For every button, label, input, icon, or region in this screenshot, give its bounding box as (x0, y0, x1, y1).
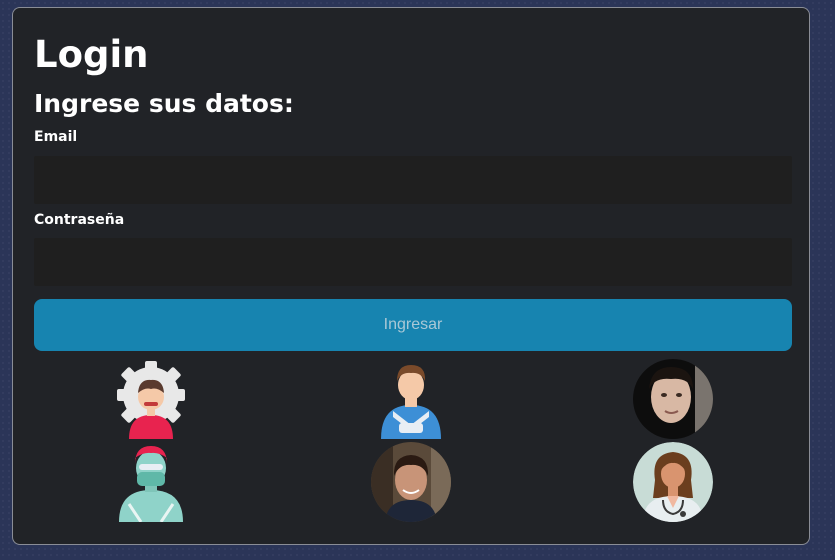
doctor-icon (633, 442, 713, 522)
injured-patient-avatar[interactable] (371, 359, 451, 439)
surgeon-icon (119, 446, 183, 522)
email-label: Email (34, 129, 78, 145)
page-title: Login (34, 33, 149, 76)
patient-icon (381, 365, 441, 439)
engineer-icon (117, 361, 185, 439)
engineer-avatar[interactable] (111, 359, 191, 439)
doctor-avatar[interactable] (633, 442, 713, 522)
password-field[interactable] (34, 238, 792, 286)
password-label: Contraseña (34, 212, 125, 228)
user-photo-avatar-2[interactable] (371, 442, 451, 522)
email-field[interactable] (34, 156, 792, 204)
login-card: Login Ingrese sus datos: Email Contraseñ… (12, 7, 810, 545)
form-subtitle: Ingrese sus datos: (34, 89, 294, 118)
surgeon-avatar[interactable] (111, 442, 191, 522)
user-photo-avatar-1[interactable] (633, 359, 713, 439)
person-photo-icon (371, 442, 451, 522)
login-button[interactable]: Ingresar (34, 299, 792, 351)
person-photo-icon (633, 359, 713, 439)
